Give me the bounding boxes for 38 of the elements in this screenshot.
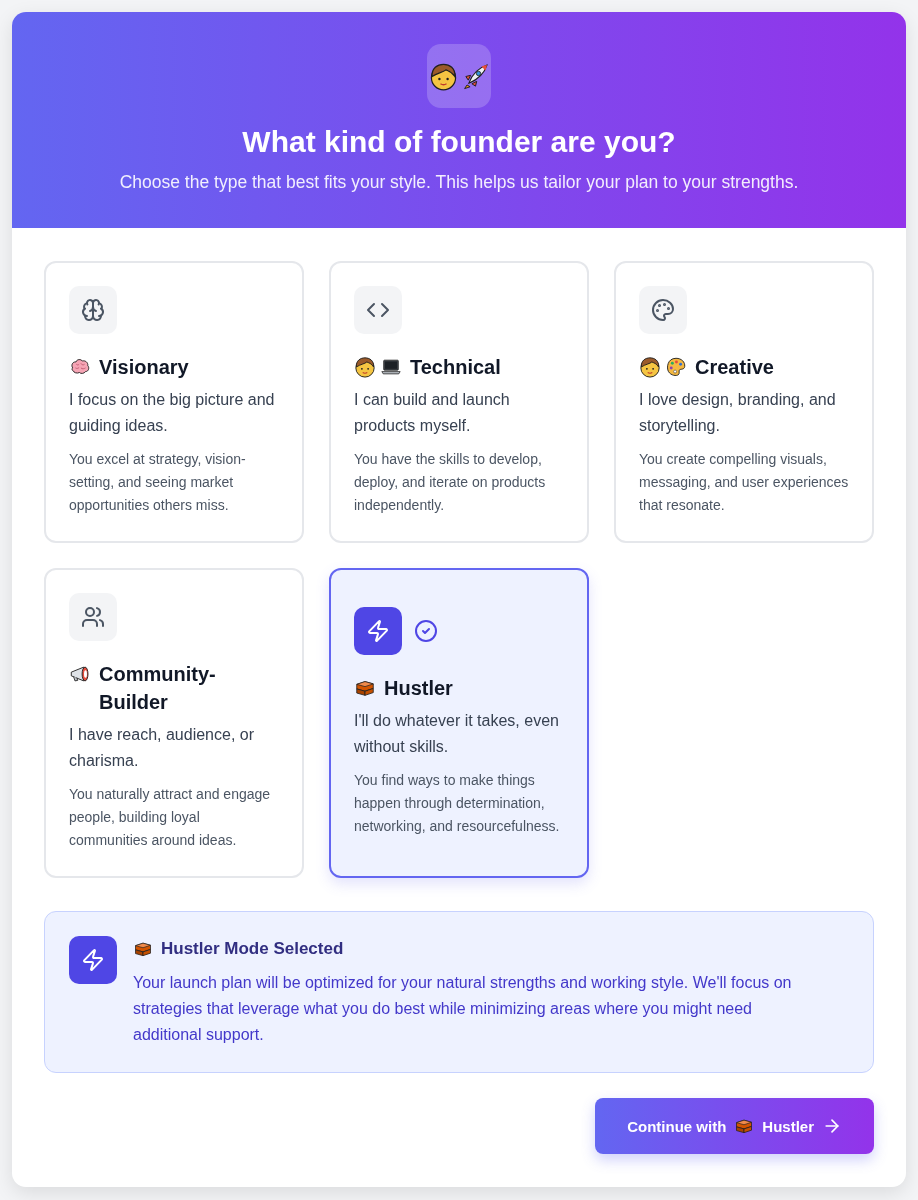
card-title: Community-Builder [99, 662, 217, 715]
card-title: Technical [410, 355, 501, 380]
card-tagline: I have reach, audience, or charisma. [69, 725, 255, 771]
boy-and-rocket-icon [427, 44, 491, 108]
founder-type-card[interactable]: Creative I love design, branding, and storytelling. You create compelling visuals, messaging, and user experiences that resonate. [614, 261, 874, 543]
code-icon [354, 286, 402, 334]
summary-text: Your launch plan will be optimized for your natural strengths and working style. We'll focus on strategies that leverage what you do best while minimizing areas where you might need additional support. [133, 973, 793, 1045]
palette-emoji-icon [665, 356, 687, 378]
users-icon [69, 593, 117, 641]
card-description: You create compelling visuals, messaging, and user experiences that resonate. [639, 450, 849, 515]
card-title: Hustler [384, 676, 453, 701]
megaphone-emoji-icon [69, 663, 91, 685]
card-tagline: I focus on the big picture and guiding ideas. [69, 390, 276, 436]
card-tagline: I love design, branding, and storytelling. [639, 390, 837, 436]
lightning-icon [354, 607, 402, 655]
palette-icon [639, 286, 687, 334]
boy-emoji-icon [354, 356, 376, 378]
continue-button[interactable]: Continue with Hustler [595, 1098, 874, 1154]
lightning-icon [69, 936, 117, 984]
laptop-emoji-icon [380, 356, 402, 378]
card-description: You have the skills to develop, deploy, and iterate on products independently. [354, 450, 547, 515]
founder-type-card[interactable]: Visionary I focus on the big picture and guiding ideas. You excel at strategy, vision-setting, and seeing market opportunities others miss. [44, 261, 304, 543]
summary-title: Hustler Mode Selected [161, 938, 344, 960]
card-description: You find ways to make things happen through determination, networking, and resourcefulness. [354, 771, 561, 836]
brain-icon [69, 286, 117, 334]
page-title: What kind of founder are you? [242, 124, 676, 160]
founder-type-card[interactable]: Technical I can build and launch products myself. You have the skills to develop, deploy, and iterate on products independently. [329, 261, 589, 543]
card-tagline: I can build and launch products myself. [354, 390, 511, 436]
card-title: Creative [695, 355, 774, 380]
page-subtitle: Choose the type that best fits your style. This helps us tailor your plan to your strengths. [119, 171, 799, 194]
founder-type-card[interactable]: Community-Builder I have reach, audience, or charisma. You naturally attract and engage people, building loyal communities around ideas. [44, 568, 304, 878]
card-description: You excel at strategy, vision-setting, and seeing market opportunities others miss. [69, 450, 247, 515]
boy-emoji-icon [639, 356, 661, 378]
card-title: Visionary [99, 355, 189, 380]
card-description: You naturally attract and engage people, building loyal communities around ideas. [69, 785, 272, 850]
check-circle-icon [414, 619, 438, 643]
card-tagline: I'll do whatever it takes, even without skills. [354, 711, 560, 757]
founder-type-card[interactable]: Hustler I'll do whatever it takes, even without skills. You find ways to make things happen through determination, networking, and resourcefulness. [329, 568, 589, 878]
